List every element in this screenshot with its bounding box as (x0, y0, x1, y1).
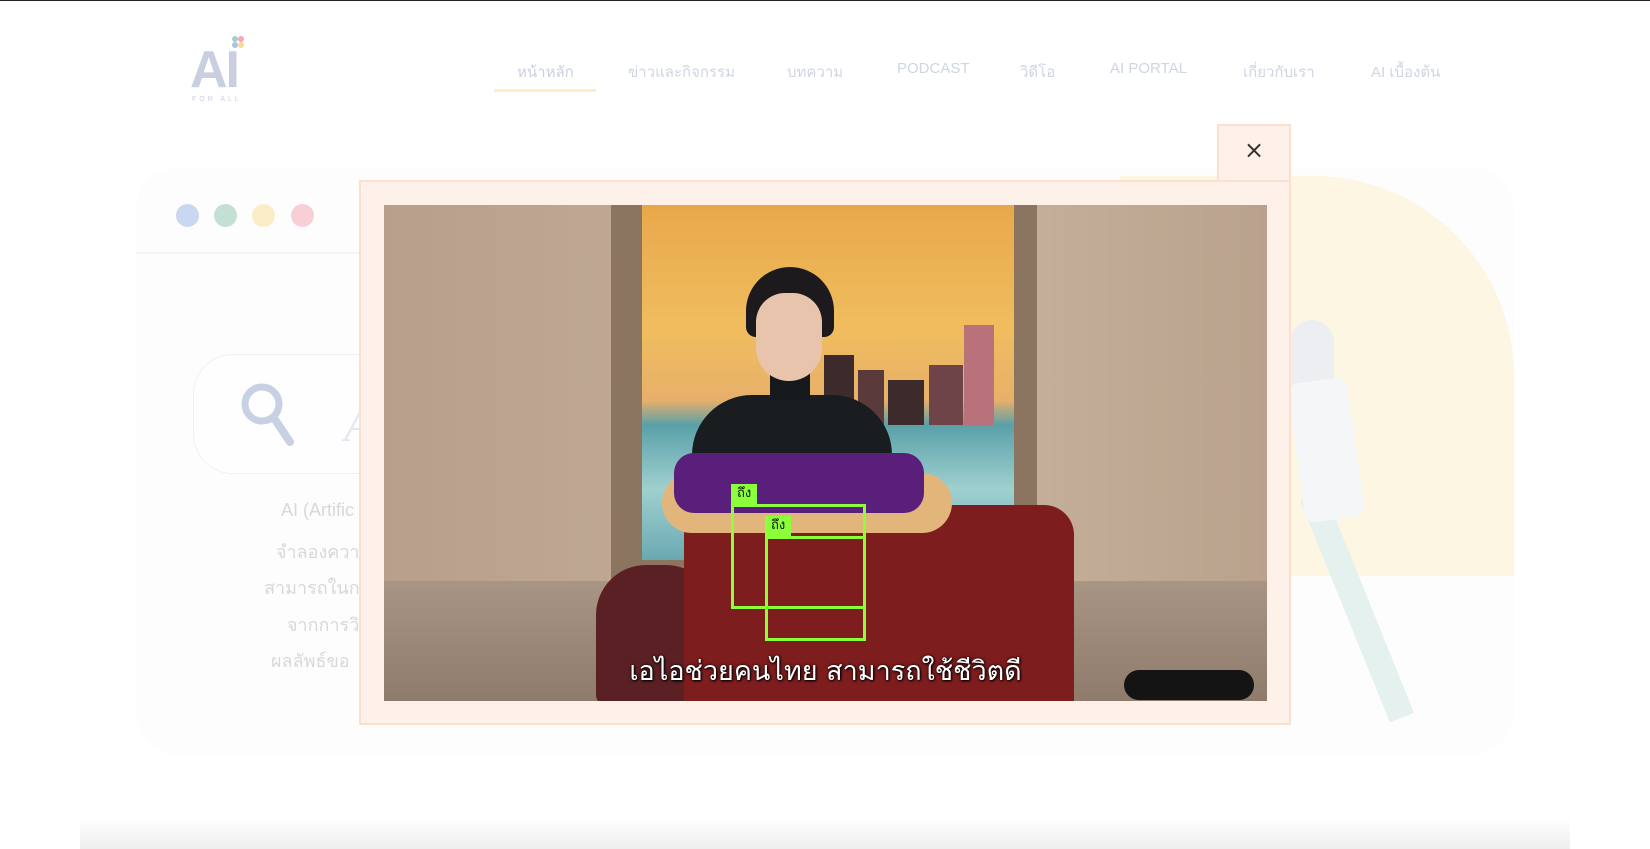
nav-item-ai-portal[interactable]: AI PORTAL (1110, 60, 1187, 77)
close-icon[interactable]: × (1219, 136, 1289, 164)
window-top-edge (0, 0, 1650, 1)
video-subtitle: เอไอช่วยคนไทย สามารถใช้ชีวิตดี (629, 656, 1022, 687)
nav-item-articles[interactable]: บทความ (787, 60, 843, 84)
nav-item-ai-basics[interactable]: AI เบื้องต้น (1371, 60, 1440, 84)
detection-box (765, 536, 866, 641)
logo-subtext: FOR ALL (192, 96, 242, 103)
window-dot-green (214, 204, 237, 227)
nav-active-indicator (494, 89, 596, 92)
page-bottom-shadow (80, 818, 1570, 849)
search-icon (241, 383, 294, 446)
site-logo[interactable]: AI FOR ALL (190, 36, 250, 106)
modal-close-tab: × (1217, 124, 1291, 182)
nav-item-podcast[interactable]: PODCAST (897, 60, 970, 77)
window-dot-pink (291, 204, 314, 227)
nav-item-home[interactable]: หน้าหลัก (517, 60, 574, 84)
nav-item-video[interactable]: วิดีโอ (1020, 60, 1055, 84)
logo-text: AI (190, 41, 240, 99)
detection-label: ถึง (731, 484, 758, 504)
nav-item-news[interactable]: ข่าวและกิจกรรม (628, 60, 735, 84)
detection-label: ถึง (765, 516, 792, 536)
video-player[interactable]: ถึง ถึง เอไอช่วยคนไทย สามารถใช้ชีวิตดี (384, 205, 1267, 701)
video-scene-person-face (756, 293, 822, 381)
nav-item-about[interactable]: เกี่ยวกับเรา (1243, 60, 1315, 84)
window-dot-yellow (252, 204, 275, 227)
window-dot-blue (176, 204, 199, 227)
